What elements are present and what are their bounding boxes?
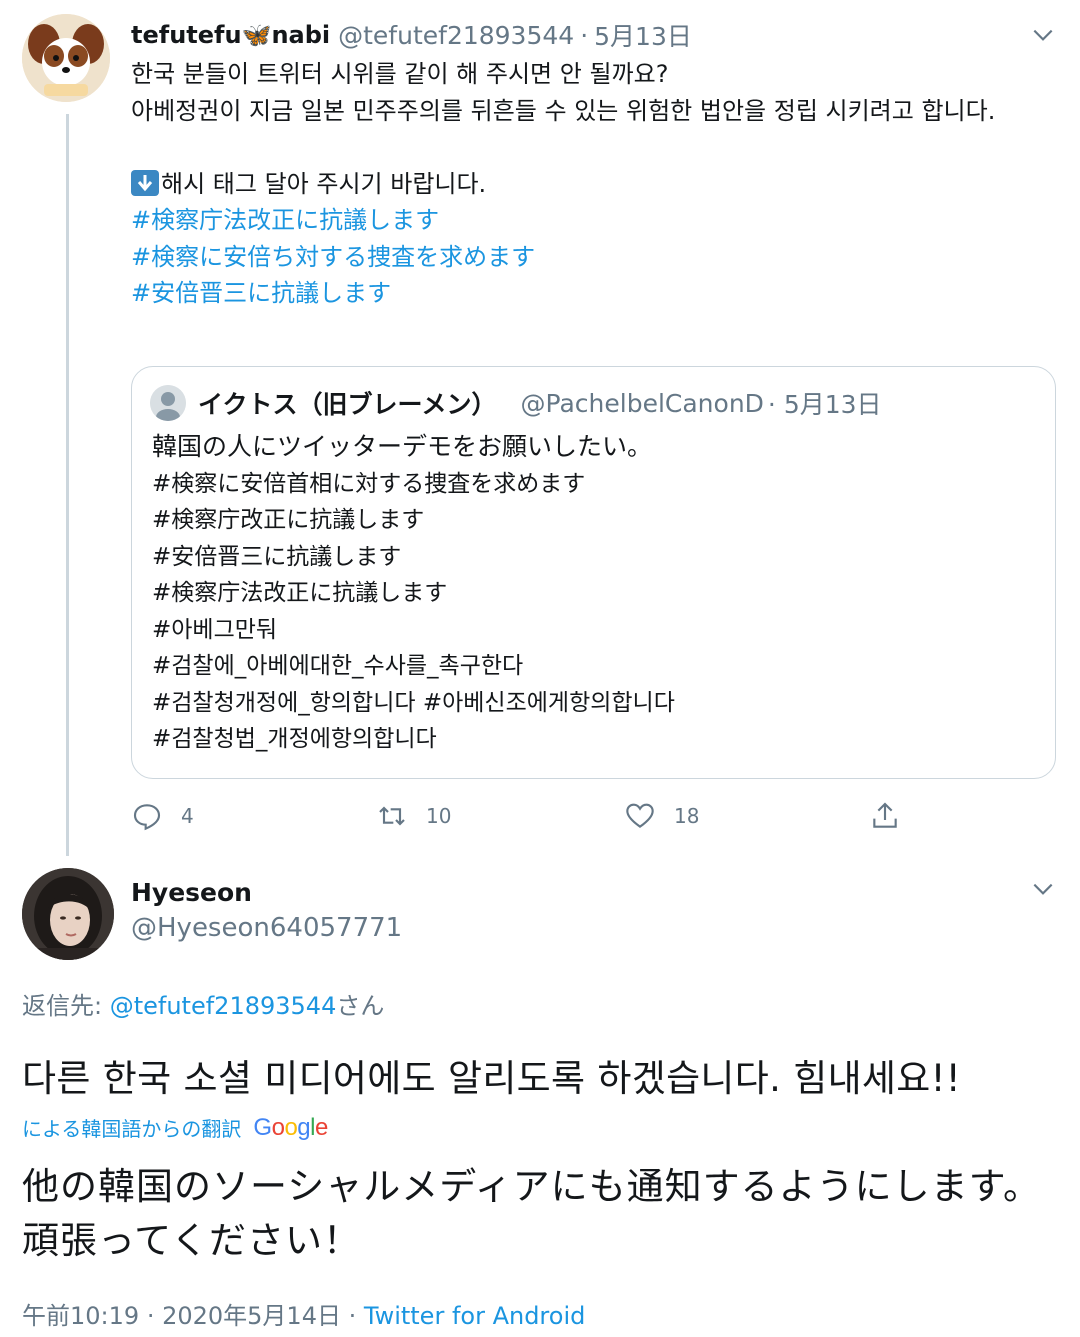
tweet-date[interactable]: 5月13日 <box>594 17 692 53</box>
share-icon <box>873 802 897 828</box>
quoted-tweet-header: イクトス（旧ブレーメン） @PachelbelCanonD · 5月13日 <box>150 383 882 423</box>
quoted-date: · 5月13日 <box>767 390 882 419</box>
replying-suffix: さん <box>336 992 385 1020</box>
reply-icon <box>133 804 161 831</box>
tweet-reply-focused: Hyeseon @Hyeseon64057771 返信先: @tefutef21… <box>0 860 1080 1337</box>
chevron-down-icon[interactable] <box>1030 22 1056 48</box>
tweet-header: tefutefu🦋nabi @tefutef21893544 · 5月13日 <box>131 16 692 54</box>
quoted-tweet[interactable]: イクトス（旧ブレーメン） @PachelbelCanonD · 5月13日 韓国… <box>131 366 1056 779</box>
translated-label: による韓国語からの翻訳 <box>22 1117 242 1141</box>
user-photo-avatar-image <box>22 868 114 960</box>
retweet-icon <box>379 806 405 826</box>
avatar[interactable] <box>22 14 110 102</box>
separator-dot: · <box>580 20 589 50</box>
quoted-text-line: #安倍晋三に抗議します <box>152 543 402 570</box>
tweet-text-line: 아베정권이 지금 일본 민주주의를 뒤흔들 수 있는 위험한 법안을 정립 시키… <box>131 96 996 125</box>
quoted-text-line: #검찰청법_개정에항의합니다 <box>152 726 437 752</box>
down-arrow-emoji-icon <box>131 169 159 196</box>
tweet-text: 한국 분들이 트위터 시위를 같이 해 주시면 안 될까요? 아베정권이 지금 … <box>131 56 1046 312</box>
retweet-button[interactable]: 10 <box>376 792 451 840</box>
default-avatar-icon <box>150 385 186 421</box>
author-handle[interactable]: @tefutef21893544 <box>338 21 574 50</box>
quoted-text-line: #검찰에_아베에대한_수사를_촉구한다 <box>152 653 524 679</box>
quoted-text-line: #검찰청개정에_항의합니다 #아베신조에게항의합니다 <box>152 689 675 716</box>
hashtag-link[interactable]: #安倍晋三に抗議します <box>131 275 1046 312</box>
hashtag-link[interactable]: #検察庁法改正に抗議します <box>131 202 1046 239</box>
share-button[interactable] <box>869 792 919 840</box>
quoted-text-line: #検察庁法改正に抗議します <box>152 580 448 606</box>
retweet-count: 10 <box>426 804 452 828</box>
replying-to-handle[interactable]: @tefutef21893544 <box>110 992 337 1020</box>
replying-to: 返信先: @tefutef21893544さん <box>22 986 384 1021</box>
quoted-text-line: #아베그만둬 <box>152 616 278 643</box>
reply-count: 4 <box>181 804 194 828</box>
author-name[interactable]: tefutefu🦋nabi <box>131 21 330 49</box>
like-button[interactable]: 18 <box>624 792 699 840</box>
hashtag-intro-line: 해시 태그 달아 주시기 바랍니다. <box>131 166 1046 203</box>
translated-text: 他の韓国のソーシャルメディアにも通知するようにします。頑張ってください！ <box>22 1165 1041 1262</box>
tweet-timestamp: 午前10:19 · 2020年5月14日 · Twitter for Andro… <box>22 1302 586 1330</box>
hashtag-intro-text: 해시 태그 달아 주시기 바랍니다. <box>161 169 487 198</box>
like-icon <box>626 803 654 828</box>
quoted-author-name: イクトス（旧ブレーメン） <box>198 390 497 419</box>
translation-attribution: による韓国語からの翻訳 Google <box>22 1113 328 1142</box>
tweet-full-date[interactable]: 2020年5月14日 <box>162 1302 341 1330</box>
replying-prefix: 返信先: <box>22 992 110 1020</box>
quoted-text-line: 韓国の人にツイッターデモをお願いしたい。 <box>152 432 653 461</box>
thread-line <box>66 114 69 856</box>
google-logo: Google <box>253 1113 328 1141</box>
tweet-time[interactable]: 午前10:19 <box>22 1302 139 1330</box>
chevron-down-icon[interactable] <box>1030 876 1056 902</box>
quoted-text-line: #検察庁改正に抗議します <box>152 507 425 533</box>
quoted-author-handle: @PachelbelCanonD <box>520 388 764 418</box>
tweet-text: 다른 한국 소셜 미디어에도 알리도록 하겠습니다. 힘내세요!! <box>22 1057 961 1100</box>
quoted-tweet-text: 韓国の人にツイッターデモをお願いしたい。 #検察に安倍首相に対する捜査を求めます… <box>152 429 675 758</box>
avatar[interactable] <box>22 868 114 960</box>
papillon-dog-avatar-image <box>22 14 110 102</box>
like-count: 18 <box>674 804 700 828</box>
quoted-text-line: #検察に安倍首相に対する捜査を求めます <box>152 470 586 497</box>
hashtag-link[interactable]: #検察に安倍ち対する捜査を求めます <box>131 239 1046 276</box>
author-handle[interactable]: @Hyeseon64057771 <box>131 913 402 943</box>
tweet-source-link[interactable]: Twitter for Android <box>364 1302 585 1330</box>
tweet-actions: 4 10 18 <box>131 792 931 840</box>
author-name[interactable]: Hyeseon <box>131 878 252 907</box>
reply-button[interactable]: 4 <box>131 792 194 840</box>
tweet-parent[interactable]: tefutefu🦋nabi @tefutef21893544 · 5月13日 한… <box>0 0 1080 860</box>
tweet-text-line: 한국 분들이 트위터 시위를 같이 해 주시면 안 될까요? <box>131 60 669 88</box>
